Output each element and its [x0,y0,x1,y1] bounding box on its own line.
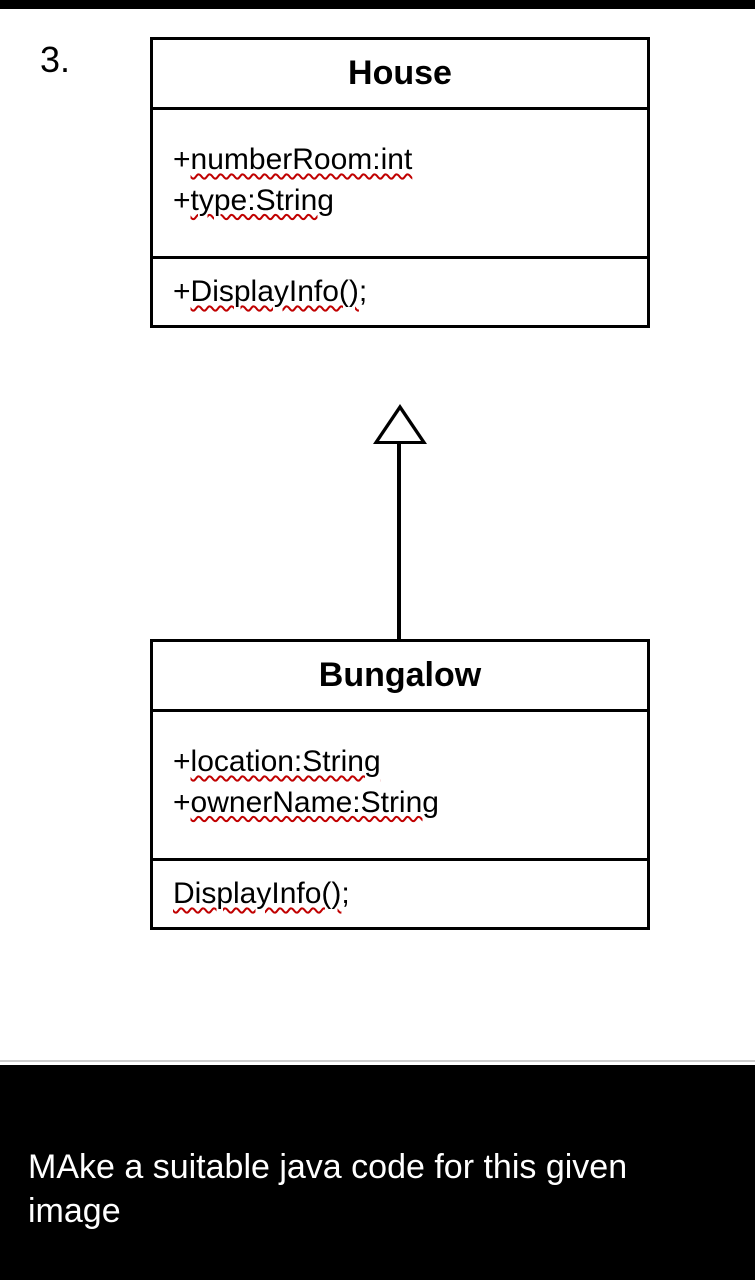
triangle-inner-icon [379,410,421,441]
semicolon: ; [359,275,367,308]
footer-instruction: MAke a suitable java code for this given… [28,1145,718,1233]
house-attr-2: +type:String [173,181,627,222]
plus-sign: + [173,275,191,308]
bungalow-attr-2-text: ownerName:String [191,786,439,819]
house-attr-1-text: numberRoom:int [191,143,413,176]
house-attr-2-text: type:String [191,184,334,217]
bungalow-method-1: DisplayInfo(); [173,877,627,911]
bungalow-methods: DisplayInfo(); [153,861,647,927]
bungalow-attributes: +location:String +ownerName:String [153,712,647,861]
bungalow-attr-1-text: location:String [191,745,381,778]
uml-class-house: House +numberRoom:int +type:String +Disp… [150,37,650,328]
bungalow-method-1-text: DisplayInfo() [173,877,341,910]
uml-class-bungalow: Bungalow +location:String +ownerName:Str… [150,639,650,930]
house-method-1-text: DisplayInfo() [191,275,359,308]
house-methods: +DisplayInfo(); [153,259,647,325]
plus-sign: + [173,786,191,819]
connector-line [397,442,401,639]
house-attributes: +numberRoom:int +type:String [153,110,647,259]
bungalow-attr-2: +ownerName:String [173,783,627,824]
divider-line [0,1060,755,1062]
plus-sign: + [173,184,191,217]
plus-sign: + [173,745,191,778]
semicolon: ; [341,877,349,910]
bungalow-title: Bungalow [153,642,647,712]
question-number: 3. [40,39,70,81]
bungalow-attr-1: +location:String [173,742,627,783]
diagram-area: 3. House +numberRoom:int +type:String +D… [0,9,755,1065]
inheritance-arrow [395,404,405,639]
house-method-1: +DisplayInfo(); [173,275,627,309]
house-title: House [153,40,647,110]
house-attr-1: +numberRoom:int [173,140,627,181]
plus-sign: + [173,143,191,176]
